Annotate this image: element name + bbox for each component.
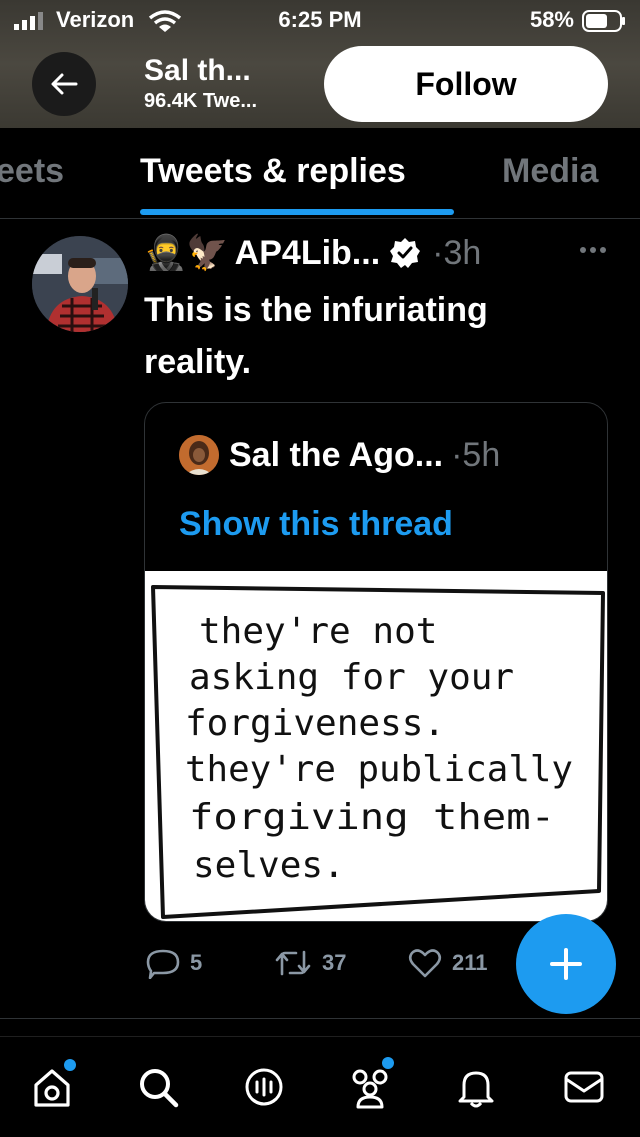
- nav-notifications[interactable]: [452, 1063, 500, 1111]
- nav-communities[interactable]: [346, 1057, 394, 1111]
- image-text-line: forgiveness.: [185, 703, 445, 744]
- retweet-count: 37: [322, 950, 347, 975]
- nav-messages[interactable]: [560, 1063, 608, 1111]
- like-count: 211: [452, 950, 488, 975]
- reply-count: 5: [190, 950, 203, 975]
- verified-badge-icon: [390, 238, 421, 268]
- active-tab-indicator: [140, 209, 454, 215]
- image-text-line: they're publically: [185, 749, 573, 790]
- back-button[interactable]: [32, 52, 96, 116]
- notifications-icon: [458, 1071, 494, 1108]
- quote-avatar: [179, 435, 219, 475]
- tweet-count: 96.4K Twe...: [144, 90, 258, 112]
- more-icon[interactable]: [578, 244, 608, 256]
- quote-tweet[interactable]: Sal the Ago... ·5h Show this thread they…: [144, 402, 608, 922]
- quote-image[interactable]: they're not asking for your forgiveness.…: [145, 571, 607, 921]
- author-emojis: 🥷🦅: [144, 234, 229, 272]
- home-icon: [34, 1069, 70, 1107]
- image-text-line: asking for your: [189, 657, 514, 698]
- profile-header: Verizon 6:25 PM 58% Sal th... 96.4K Twe.…: [0, 0, 640, 128]
- search-icon: [140, 1069, 179, 1108]
- tweet-time: ·3h: [432, 233, 482, 272]
- author-name: AP4Lib...: [234, 233, 381, 272]
- arrow-left-icon: [51, 73, 78, 95]
- compose-button[interactable]: [516, 914, 616, 1014]
- battery-percent: 58%: [529, 7, 574, 32]
- avatar[interactable]: [32, 236, 128, 332]
- nav-home[interactable]: [28, 1059, 76, 1111]
- reply-button[interactable]: 5: [146, 940, 202, 986]
- home-badge: [64, 1059, 76, 1071]
- tab-tweets[interactable]: eets: [0, 152, 64, 191]
- retweet-button[interactable]: 37: [274, 940, 346, 986]
- plus-icon: [550, 948, 582, 980]
- reply-icon: [146, 949, 180, 979]
- battery-icon: [582, 10, 625, 32]
- quote-time: ·5h: [451, 435, 501, 474]
- heart-icon: [408, 949, 442, 978]
- messages-icon: [564, 1071, 604, 1103]
- tweet-text: This is the infuriating reality.: [144, 291, 488, 381]
- image-text-line: selves.: [193, 845, 345, 886]
- spaces-icon: [245, 1068, 283, 1106]
- profile-tabs: eets Tweets & replies Media: [0, 128, 640, 219]
- status-bar: Verizon 6:25 PM 58%: [0, 0, 640, 40]
- communities-badge: [382, 1057, 394, 1069]
- nav-search[interactable]: [134, 1063, 182, 1111]
- bottom-nav: [0, 1036, 640, 1137]
- tweet-author[interactable]: 🥷🦅 AP4Lib... ·3h: [144, 230, 481, 276]
- image-text-line: forgiving them-: [189, 797, 555, 838]
- tab-media[interactable]: Media: [502, 152, 598, 191]
- follow-button[interactable]: Follow: [324, 46, 608, 122]
- nav-spaces[interactable]: [240, 1063, 288, 1111]
- profile-name: Sal th...: [144, 54, 251, 87]
- show-thread-link[interactable]: Show this thread: [179, 505, 453, 544]
- quote-author: Sal the Ago... ·5h: [179, 435, 500, 475]
- image-text-line: they're not: [199, 611, 437, 652]
- like-button[interactable]: 211: [408, 940, 488, 986]
- divider: [0, 1018, 640, 1019]
- quote-author-name: Sal the Ago...: [229, 435, 444, 474]
- communities-icon: [352, 1069, 388, 1109]
- retweet-icon: [275, 950, 311, 976]
- tab-tweets-and-replies[interactable]: Tweets & replies: [140, 152, 406, 191]
